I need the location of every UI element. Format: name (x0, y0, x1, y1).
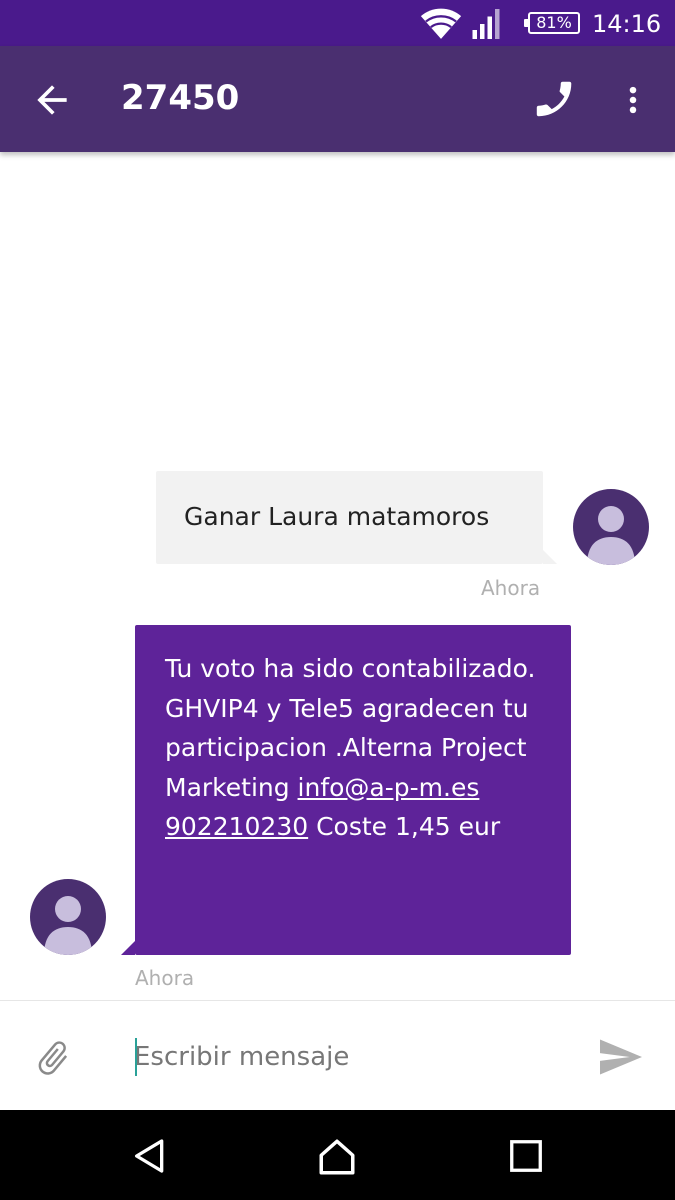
battery-icon: 81% (524, 12, 580, 34)
text-cursor (135, 1038, 137, 1076)
avatar[interactable] (573, 489, 649, 565)
message-bubble-outgoing[interactable]: Ganar Laura matamoros (156, 471, 557, 564)
bubble-tail (121, 941, 135, 955)
person-icon (44, 896, 92, 955)
email-link[interactable]: info@a-p-m.es (298, 773, 480, 802)
battery-level: 81% (536, 13, 572, 32)
person-icon (587, 506, 635, 565)
compose-bar (0, 1000, 675, 1110)
signal-icon (472, 9, 500, 39)
avatar[interactable] (30, 879, 106, 955)
status-bar: 81% 14:16 (0, 0, 675, 46)
app-bar: 27450 (0, 46, 675, 152)
send-icon[interactable] (600, 1039, 642, 1075)
phone-link[interactable]: 902210230 (165, 812, 308, 841)
more-vert-icon[interactable] (616, 80, 650, 120)
message-input[interactable] (134, 1037, 564, 1077)
nav-home-icon[interactable] (316, 1136, 358, 1178)
message-text: Tu voto ha sido contabilizado. GHVIP4 y … (165, 649, 555, 847)
attach-icon[interactable] (33, 1037, 73, 1079)
status-time: 14:16 (592, 10, 662, 38)
nav-back-icon[interactable] (130, 1136, 170, 1176)
message-bubble-incoming[interactable]: Tu voto ha sido contabilizado. GHVIP4 y … (121, 625, 571, 955)
conversation-title: 27450 (121, 78, 240, 118)
message-text: Ganar Laura matamoros (184, 502, 490, 531)
message-timestamp: Ahora (481, 576, 541, 600)
wifi-icon (420, 8, 462, 39)
message-timestamp: Ahora (135, 966, 195, 990)
navigation-bar (0, 1110, 675, 1200)
back-arrow-icon[interactable] (30, 78, 74, 122)
bubble-tail (543, 550, 557, 564)
phone-icon[interactable] (532, 76, 578, 122)
message-text-tail: Coste 1,45 eur (308, 812, 501, 841)
nav-recents-icon[interactable] (508, 1138, 544, 1174)
